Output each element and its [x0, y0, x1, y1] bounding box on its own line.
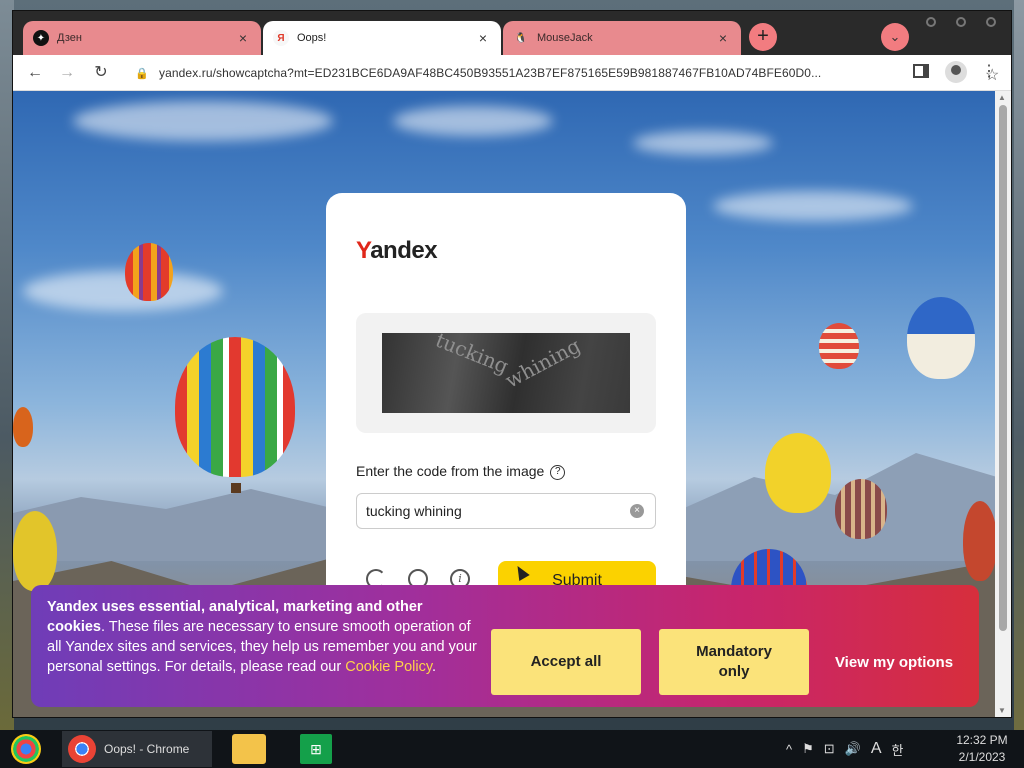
balloon [819, 323, 859, 369]
close-icon[interactable]: × [715, 30, 731, 46]
help-icon[interactable]: ? [550, 464, 566, 480]
balloon [835, 479, 887, 539]
page-viewport: Yandex tucking whining Enter the code fr… [13, 91, 997, 717]
tab-dzen[interactable]: ✦ Дзен × [23, 21, 261, 55]
minimize-button[interactable] [926, 17, 936, 27]
mountain [13, 489, 353, 561]
tab-mousejack[interactable]: 🐧 MouseJack × [503, 21, 741, 55]
chevron-up-icon[interactable]: ^ [786, 742, 792, 757]
mandatory-only-button[interactable]: Mandatory only [659, 629, 809, 695]
file-explorer-icon[interactable] [232, 734, 266, 764]
captcha-image: tucking whining [382, 333, 630, 413]
balloon [13, 511, 57, 591]
taskbar-item-label: Oops! - Chrome [104, 742, 190, 756]
browser-toolbar: ← → ↻ 🔒 yandex.ru/showcaptcha?mt=ED231BC… [13, 55, 1011, 91]
reload-button[interactable]: ↻ [89, 61, 113, 85]
taskbar-chrome-item[interactable]: Oops! - Chrome [62, 731, 212, 767]
scrollbar[interactable]: ▲ ▼ [995, 91, 1011, 717]
clock-date: 2/1/2023 [958, 750, 1006, 764]
tab-oops[interactable]: Я Oops! × [263, 21, 501, 55]
captcha-card: Yandex tucking whining Enter the code fr… [326, 193, 686, 623]
balloon [175, 337, 295, 477]
view-my-options-button[interactable]: View my options [829, 629, 959, 695]
captcha-prompt: Enter the code from the image? [356, 463, 566, 480]
close-icon[interactable]: × [475, 30, 491, 46]
logo-text: andex [370, 237, 438, 264]
close-icon[interactable]: × [235, 30, 251, 46]
chrome-window: ✦ Дзен × Я Oops! × 🐧 MouseJack × + ⌄ ← →… [12, 10, 1012, 718]
captcha-code-input[interactable] [356, 493, 656, 529]
captcha-box: tucking whining [356, 313, 656, 433]
cloud [73, 101, 333, 141]
balloon [13, 407, 33, 447]
clock[interactable]: 12:32 PM 2/1/2023 [946, 732, 1018, 766]
balloon [125, 243, 173, 301]
forward-button[interactable]: → [55, 61, 79, 85]
cookie-notice-text: Yandex uses essential, analytical, marke… [47, 597, 483, 677]
start-button[interactable] [8, 732, 44, 766]
cookie-policy-link[interactable]: Cookie Policy [345, 659, 432, 675]
maximize-button[interactable] [956, 17, 966, 27]
chrome-icon [68, 735, 96, 763]
address-bar[interactable]: 🔒 yandex.ru/showcaptcha?mt=ED231BCE6DA9A… [123, 59, 999, 87]
balloon [907, 297, 975, 379]
network-icon[interactable]: ⊡ [824, 741, 835, 757]
system-tray: ^ ⚑ ⊡ 🔊 A 한 [786, 730, 904, 768]
back-button[interactable]: ← [23, 61, 47, 85]
taskbar: Oops! - Chrome ⊞ ^ ⚑ ⊡ 🔊 A 한 12:32 PM 2/… [0, 730, 1024, 768]
volume-icon[interactable]: 🔊 [845, 741, 861, 757]
menu-icon[interactable]: ⋮ [981, 61, 997, 81]
scroll-down-icon[interactable]: ▼ [998, 706, 1006, 715]
balloon-basket [231, 483, 241, 493]
cloud [393, 106, 553, 136]
captcha-word: tucking [432, 333, 513, 379]
accept-all-button[interactable]: Accept all [491, 629, 641, 695]
language-indicator[interactable]: A [871, 740, 882, 758]
tab-strip: ✦ Дзен × Я Oops! × 🐧 MouseJack × + ⌄ [13, 11, 1011, 55]
balloon [963, 501, 997, 581]
cookie-banner: Yandex uses essential, analytical, marke… [31, 585, 979, 707]
ime-icon[interactable]: 한 [892, 740, 904, 759]
cloud [713, 191, 913, 221]
logo-letter: Y [356, 237, 371, 264]
scroll-up-icon[interactable]: ▲ [998, 93, 1006, 102]
lock-icon[interactable]: 🔒 [135, 67, 149, 80]
cloud [633, 131, 773, 155]
tab-label: Дзен [57, 32, 82, 44]
clock-time: 12:32 PM [956, 733, 1008, 747]
cookie-notice-end: . [432, 659, 437, 675]
start-orb-icon [11, 734, 41, 764]
yandex-logo[interactable]: Yandex [356, 237, 438, 265]
zen-icon: ✦ [33, 30, 49, 46]
cloud [23, 271, 223, 311]
store-icon[interactable]: ⊞ [300, 734, 332, 764]
tab-label: MouseJack [537, 32, 593, 44]
mandatory-only-label: Mandatory only [696, 643, 772, 680]
desktop-edge [1014, 0, 1024, 730]
clear-input-icon[interactable]: × [630, 504, 644, 518]
flag-icon[interactable]: ⚑ [802, 741, 814, 757]
side-panel-icon[interactable] [913, 64, 929, 78]
scroll-thumb[interactable] [999, 105, 1007, 631]
yandex-favicon: Я [273, 30, 289, 46]
new-tab-button[interactable]: + [749, 23, 777, 51]
captcha-word: whining [501, 333, 585, 393]
tab-label: Oops! [297, 32, 327, 44]
close-window-button[interactable] [986, 17, 996, 27]
prompt-text: Enter the code from the image [356, 463, 545, 479]
url-text[interactable]: yandex.ru/showcaptcha?mt=ED231BCE6DA9AF4… [159, 66, 839, 80]
balloon [765, 433, 831, 513]
profile-icon[interactable] [945, 61, 967, 83]
penguin-icon: 🐧 [514, 32, 528, 44]
tab-search-button[interactable]: ⌄ [881, 23, 909, 51]
